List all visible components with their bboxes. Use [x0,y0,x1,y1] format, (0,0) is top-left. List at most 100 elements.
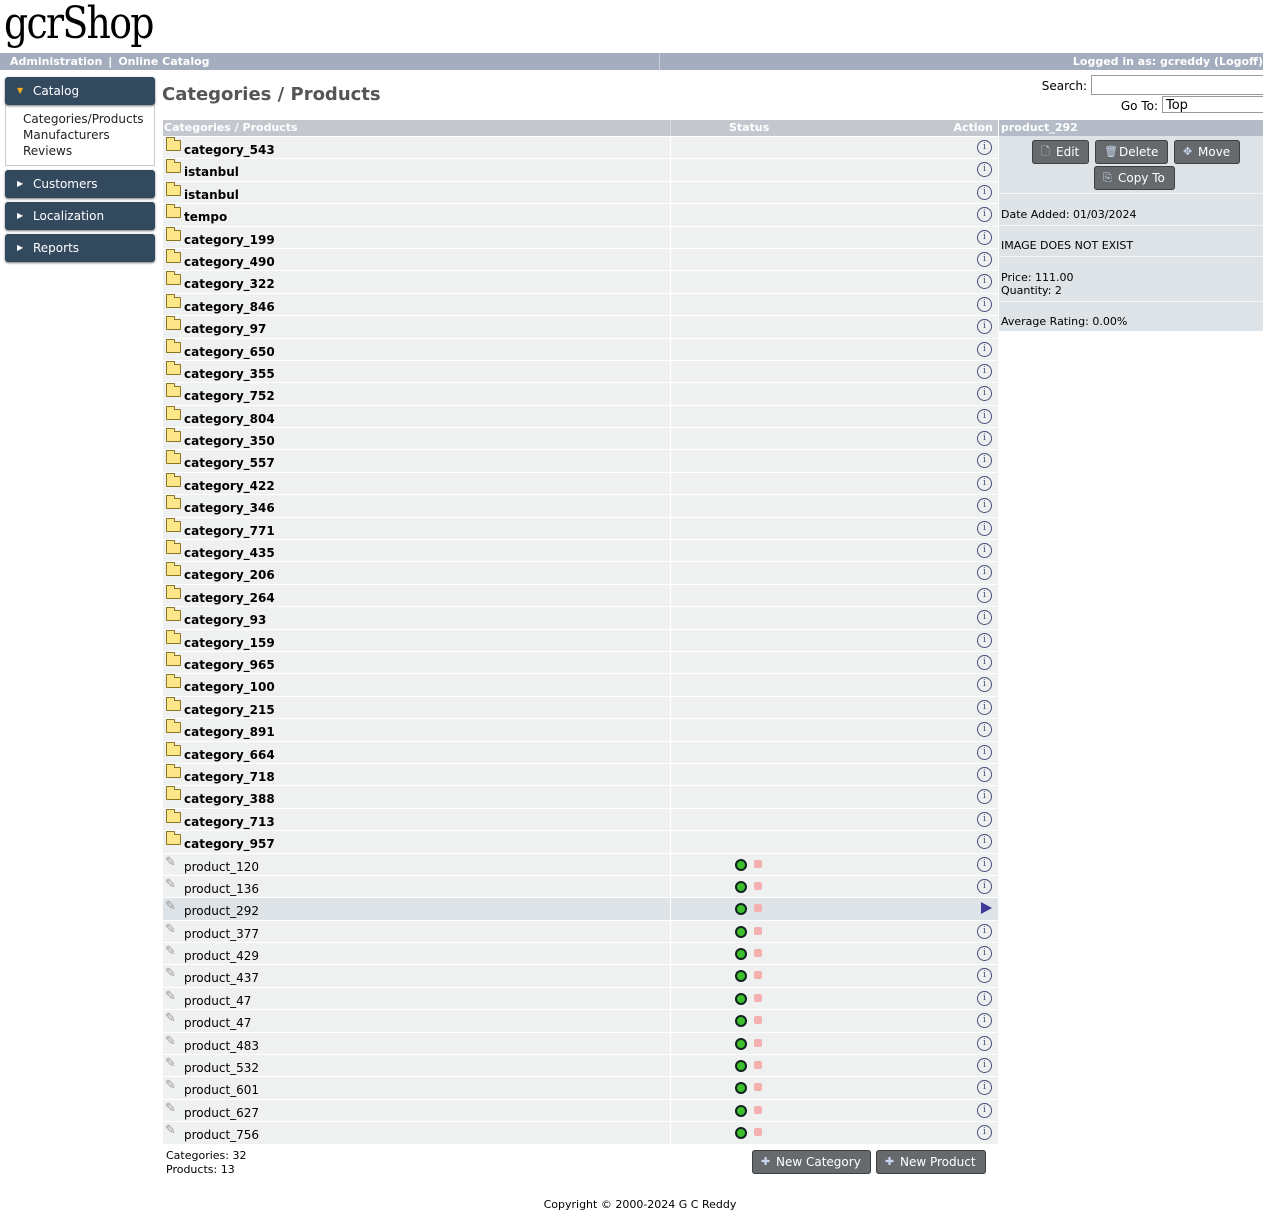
sidebar-section-customers[interactable]: ▶ Customers [5,170,155,198]
info-icon[interactable]: i [977,834,992,850]
info-icon[interactable]: i [977,1102,992,1118]
table-row[interactable]: category_965 i [163,651,998,675]
category-name[interactable]: category_650 [184,345,275,359]
table-row[interactable]: category_846 i [163,293,998,317]
category-name[interactable]: category_752 [184,389,275,403]
product-name[interactable]: product_429 [184,949,259,963]
category-name[interactable]: category_557 [184,456,275,470]
administration-link[interactable]: Administration [10,55,102,68]
info-icon[interactable]: i [977,408,992,424]
info-icon[interactable]: i [977,498,992,514]
category-name[interactable]: category_350 [184,434,275,448]
category-name[interactable]: category_771 [184,524,275,538]
info-icon[interactable]: i [977,610,992,626]
table-row[interactable]: ✎ product_756 i [163,1122,998,1145]
info-icon[interactable]: i [977,744,992,760]
table-row[interactable]: category_422 i [163,472,998,496]
info-icon[interactable]: i [977,475,992,491]
table-row[interactable]: ✎ product_429 i [163,943,998,966]
category-name[interactable]: tempo [184,210,227,224]
info-icon[interactable]: i [977,207,992,223]
table-row[interactable]: ✎ product_627 i [163,1099,998,1123]
product-name[interactable]: product_601 [184,1083,259,1097]
search-input[interactable] [1091,75,1263,95]
new-category-button[interactable]: ✚ New Category [752,1150,871,1174]
status-active-icon[interactable] [735,925,747,938]
table-row[interactable]: category_215 i [163,696,998,720]
info-icon[interactable]: i [977,363,992,379]
product-name[interactable]: product_483 [184,1039,259,1053]
info-icon[interactable]: i [977,990,992,1006]
table-row[interactable]: category_650 i [163,338,998,361]
info-icon[interactable]: i [977,811,992,827]
table-row[interactable]: category_718 i [163,763,998,787]
status-inactive-icon[interactable] [754,971,762,980]
table-row[interactable]: ✎ product_47 i [163,1010,998,1033]
category-name[interactable]: istanbul [184,188,239,202]
table-row[interactable]: category_322 i [163,271,998,294]
table-row[interactable]: category_388 i [163,786,998,809]
category-name[interactable]: category_957 [184,837,275,851]
product-name[interactable]: product_377 [184,927,259,941]
category-name[interactable]: category_422 [184,479,275,493]
status-inactive-icon[interactable] [754,1105,762,1114]
sidebar-item-manufacturers[interactable]: Manufacturers [23,127,154,143]
info-icon[interactable]: i [977,1125,992,1141]
online-catalog-link[interactable]: Online Catalog [118,55,209,68]
delete-button[interactable]: 🗑 Delete [1095,140,1169,164]
table-row[interactable]: category_206 i [163,562,998,585]
info-icon[interactable]: i [977,923,992,939]
goto-select[interactable]: Top [1162,96,1263,113]
sidebar-section-localization[interactable]: ▶ Localization [5,202,155,230]
table-row[interactable]: ✎ product_136 i [163,875,998,899]
logged-in-status[interactable]: Logged in as: gcreddy (Logoff) [659,53,1263,70]
category-name[interactable]: category_713 [184,815,275,829]
category-name[interactable]: category_543 [184,143,275,157]
info-icon[interactable]: i [977,162,992,178]
status-active-icon[interactable] [735,1104,747,1117]
category-name[interactable]: category_804 [184,412,275,426]
table-row[interactable]: istanbul i [163,159,998,182]
table-row[interactable]: ✎ product_47 i [163,987,998,1011]
table-row[interactable]: category_891 i [163,719,998,742]
category-name[interactable]: category_355 [184,367,275,381]
info-icon[interactable]: i [977,543,992,559]
product-name[interactable]: product_532 [184,1061,259,1075]
table-row[interactable]: istanbul i [163,181,998,205]
info-icon[interactable]: i [977,856,992,872]
info-icon[interactable]: i [977,184,992,200]
sidebar-section-reports[interactable]: ▶ Reports [5,234,155,262]
table-row[interactable]: category_664 i [163,741,998,764]
info-icon[interactable]: i [977,386,992,402]
category-name[interactable]: category_159 [184,636,275,650]
info-icon[interactable]: i [977,587,992,603]
product-name[interactable]: product_47 [184,994,251,1008]
info-icon[interactable]: i [977,722,992,738]
product-name[interactable]: product_756 [184,1128,259,1142]
table-row[interactable]: category_355 i [163,360,998,384]
status-inactive-icon[interactable] [754,904,762,913]
product-name[interactable]: product_120 [184,860,259,874]
category-name[interactable]: category_100 [184,680,275,694]
table-row[interactable]: category_490 i [163,248,998,272]
status-inactive-icon[interactable] [754,1016,762,1025]
status-inactive-icon[interactable] [754,1128,762,1137]
status-active-icon[interactable] [735,858,747,871]
info-icon[interactable]: i [977,766,992,782]
status-active-icon[interactable] [735,1037,747,1050]
info-icon[interactable]: i [977,1080,992,1096]
info-icon[interactable]: i [977,1013,992,1029]
sidebar-item-reviews[interactable]: Reviews [23,143,154,159]
table-row[interactable]: category_264 i [163,584,998,608]
table-row[interactable]: category_435 i [163,540,998,563]
info-icon[interactable]: i [977,229,992,245]
status-active-icon[interactable] [735,1060,747,1073]
category-name[interactable]: category_388 [184,792,275,806]
info-icon[interactable]: i [977,878,992,894]
info-icon[interactable]: i [977,1035,992,1051]
status-inactive-icon[interactable] [754,881,762,890]
table-row[interactable]: category_713 i [163,808,998,832]
info-icon[interactable]: i [977,140,992,155]
category-name[interactable]: category_346 [184,501,275,515]
table-row[interactable]: category_771 i [163,517,998,541]
